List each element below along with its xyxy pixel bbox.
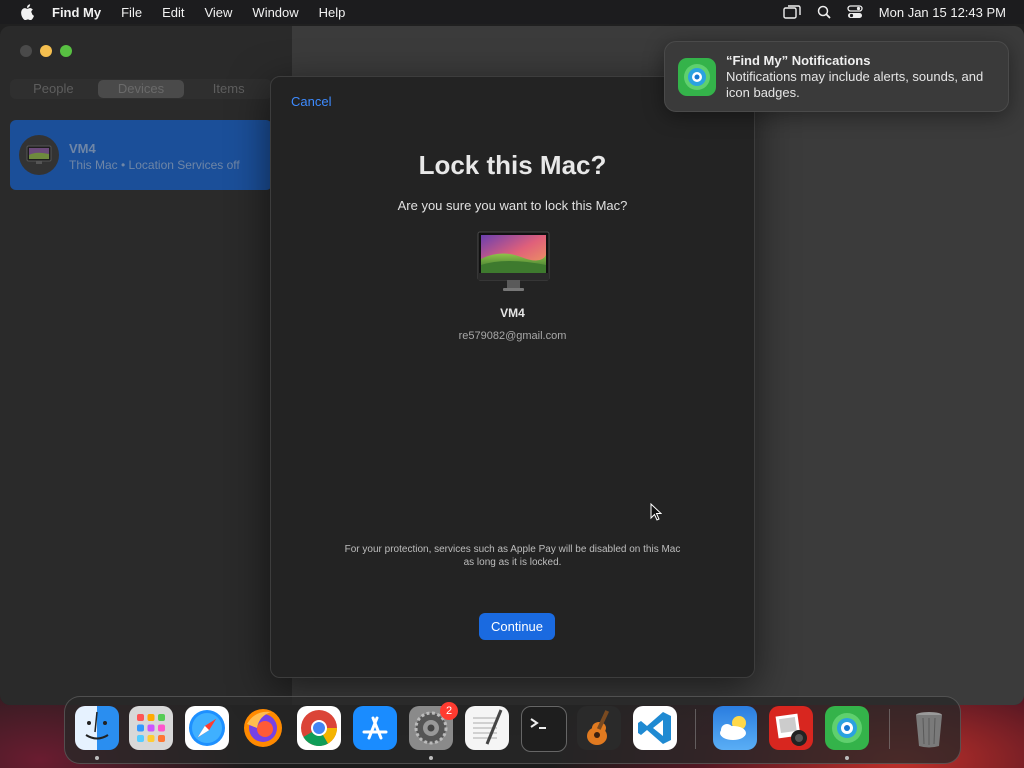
control-center-icon[interactable]	[847, 5, 863, 19]
window-controls	[20, 45, 72, 57]
terminal-icon[interactable]	[521, 706, 567, 752]
dialog-device-name: VM4	[500, 306, 525, 320]
dock-separator	[695, 709, 696, 749]
app-store-icon[interactable]	[353, 706, 397, 750]
menu-bar: Find My File Edit View Window Help Mon J…	[0, 0, 1024, 24]
textedit-icon[interactable]	[465, 706, 509, 750]
minimize-button[interactable]	[40, 45, 52, 57]
photo-booth-icon[interactable]	[769, 706, 813, 750]
cancel-button[interactable]: Cancel	[291, 94, 331, 109]
dialog-question: Are you sure you want to lock this Mac?	[397, 198, 628, 213]
find-my-icon[interactable]	[825, 706, 869, 750]
settings-badge: 2	[440, 702, 458, 720]
zoom-button[interactable]	[60, 45, 72, 57]
safari-icon[interactable]	[185, 706, 229, 750]
dialog-title: Lock this Mac?	[418, 150, 607, 180]
mouse-cursor-icon	[650, 502, 663, 526]
notification-title: “Find My” Notifications	[726, 53, 871, 68]
menu-app-name[interactable]: Find My	[52, 5, 101, 20]
finder-icon[interactable]	[75, 706, 119, 750]
imac-icon	[26, 145, 52, 164]
dialog-protection-note: For your protection, services such as Ap…	[344, 544, 681, 568]
launchpad-icon[interactable]	[129, 706, 173, 750]
sidebar: People Devices Items VM4 This Mac • Loca…	[0, 26, 293, 705]
notification-banner[interactable]: “Find My” Notifications Notifications ma…	[664, 41, 1009, 112]
menu-edit[interactable]: Edit	[162, 5, 184, 20]
dock-separator	[889, 709, 890, 749]
find-my-icon	[678, 58, 716, 96]
menu-window[interactable]: Window	[252, 5, 298, 20]
garageband-icon[interactable]	[577, 706, 621, 750]
dock: 2	[64, 696, 961, 764]
system-settings-icon[interactable]: 2	[409, 702, 458, 750]
apple-menu-icon[interactable]	[16, 4, 38, 20]
imac-icon	[476, 231, 551, 293]
dialog-account: re579082@gmail.com	[458, 330, 567, 342]
screen-mirroring-icon[interactable]	[783, 5, 801, 19]
firefox-icon[interactable]	[241, 706, 285, 750]
menu-file[interactable]: File	[121, 5, 142, 20]
notification-body: Notifications may include alerts, sounds…	[726, 69, 984, 100]
tab-items[interactable]: Items	[185, 79, 272, 99]
tab-devices[interactable]: Devices	[97, 80, 185, 98]
find-my-running-indicator	[845, 756, 849, 760]
trash-icon[interactable]	[907, 706, 951, 750]
menu-help[interactable]: Help	[319, 5, 346, 20]
tab-people[interactable]: People	[10, 79, 97, 99]
device-subtitle: This Mac • Location Services off	[69, 158, 240, 172]
device-list-item[interactable]: VM4 This Mac • Location Services off	[10, 120, 272, 190]
device-name: VM4	[69, 141, 96, 156]
continue-button[interactable]: Continue	[479, 613, 555, 640]
menu-clock[interactable]: Mon Jan 15 12:43 PM	[879, 5, 1006, 20]
chrome-icon[interactable]	[297, 706, 341, 750]
vscode-icon[interactable]	[633, 706, 677, 750]
lock-mac-dialog: Cancel Lock this Mac? Are you sure you w…	[270, 76, 755, 678]
spotlight-search-icon[interactable]	[817, 5, 831, 19]
finder-running-indicator	[95, 756, 99, 760]
sidebar-tab-control: People Devices Items	[10, 79, 272, 99]
device-avatar	[19, 135, 59, 175]
menu-view[interactable]: View	[204, 5, 232, 20]
weather-icon[interactable]	[713, 706, 757, 750]
close-button[interactable]	[20, 45, 32, 57]
settings-running-indicator	[429, 756, 433, 760]
